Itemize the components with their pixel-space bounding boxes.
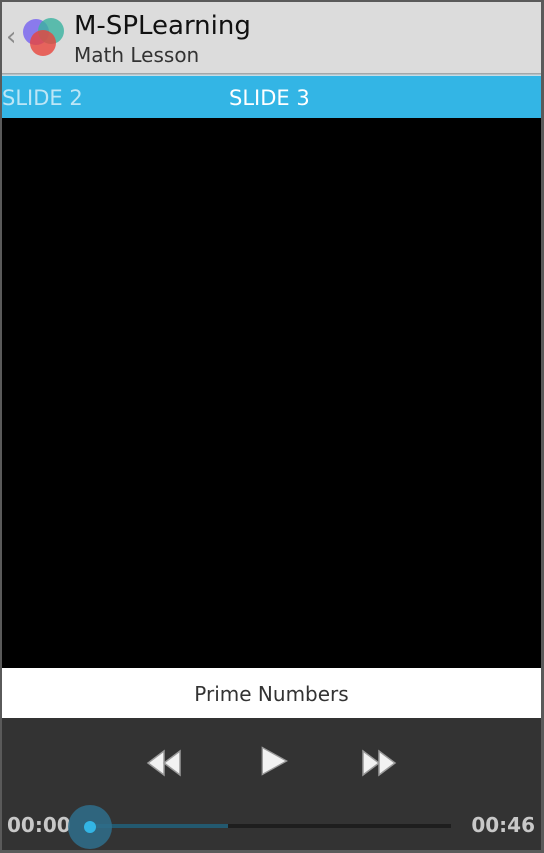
app-title: M-SPLearning [74, 11, 251, 41]
action-bar: ‹ M-SPLearning Math Lesson [2, 2, 541, 73]
chevron-left-icon[interactable]: ‹ [6, 20, 20, 54]
slide-image-area [2, 118, 541, 668]
app-logo-icon[interactable] [20, 14, 68, 62]
slide-caption: Prime Numbers [194, 682, 349, 706]
total-time: 00:46 [471, 813, 535, 837]
rewind-icon[interactable] [142, 745, 186, 781]
slide-tab-strip: SLIDE 2 SLIDE 3 [2, 76, 541, 118]
tab-previous-slide[interactable]: SLIDE 2 [2, 76, 83, 118]
tab-current-slide[interactable]: SLIDE 3 [229, 76, 310, 118]
fast-forward-icon[interactable] [357, 745, 401, 781]
app-screen: ‹ M-SPLearning Math Lesson SLIDE 2 SLIDE… [2, 2, 541, 850]
media-controls: 00:00 00:46 [2, 718, 541, 850]
app-subtitle: Math Lesson [74, 43, 200, 67]
elapsed-time: 00:00 [7, 813, 71, 837]
play-icon[interactable] [252, 743, 296, 779]
slide-caption-bar: Prime Numbers [2, 668, 541, 718]
seekbar-thumb[interactable] [84, 821, 96, 833]
